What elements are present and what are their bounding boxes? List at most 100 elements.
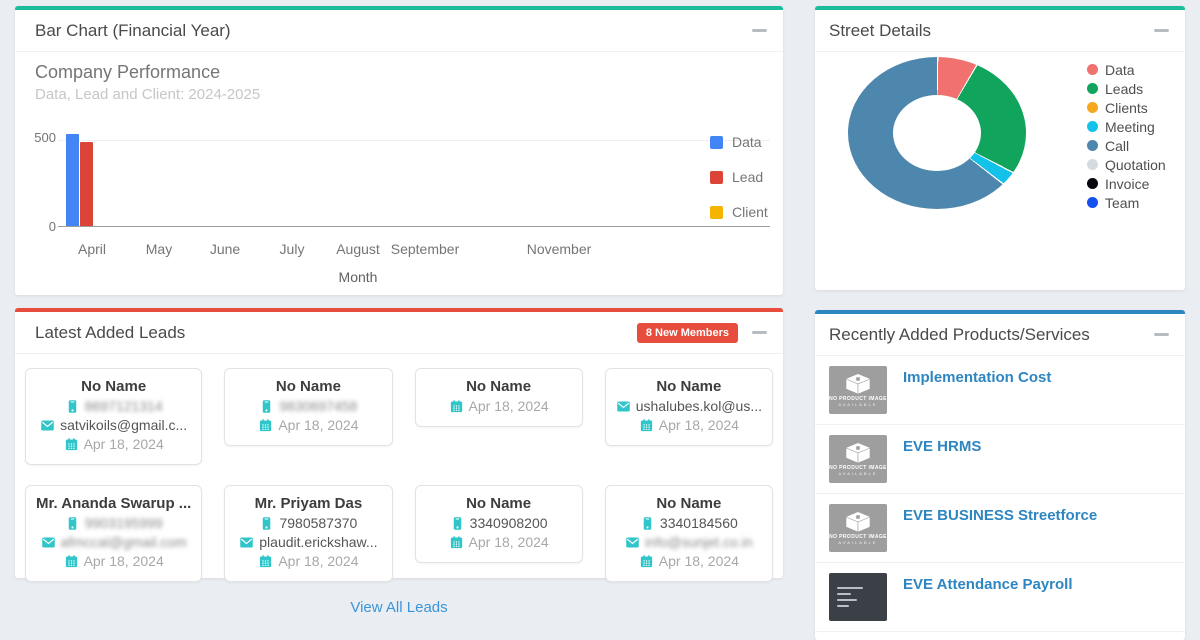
lead-phone: 3340184560 [616,515,762,531]
latest-leads-panel: Latest Added Leads 8 New Members No Name… [15,308,783,578]
product-name-link[interactable]: EVE Attendance Payroll [903,576,1073,593]
legend-label-team: Team [1105,195,1139,211]
legend-dot-clients [1087,102,1098,113]
lead-card[interactable]: No Name 9830697458 Apr 18, 2024 [224,368,392,446]
lead-date: Apr 18, 2024 [426,534,572,550]
collapse-icon[interactable] [752,29,767,32]
bar-chart-panel: Bar Chart (Financial Year) Company Perfo… [15,6,783,295]
products-header: Recently Added Products/Services [815,314,1185,356]
donut-chart[interactable] [848,57,1026,209]
legend-item-leads[interactable]: Leads [1087,79,1166,98]
calendar-icon [64,437,79,452]
legend-dot-meeting [1087,121,1098,132]
lead-date: Apr 18, 2024 [426,398,572,414]
mail-icon [239,535,254,550]
legend-item-data[interactable]: Data [710,134,768,150]
lead-phone: 8697121314 [36,398,191,414]
legend-item-invoice[interactable]: Invoice [1087,174,1166,193]
lead-phone: 3340908200 [426,515,572,531]
lead-phone: 9830697458 [235,398,381,414]
no-product-image-placeholder: NO PRODUCT IMAGE AVAILABLE [829,504,887,552]
lead-card[interactable]: No Name ushalubes.kol@us... Apr 18, 2024 [605,368,773,446]
lead-phone: 7980587370 [235,515,381,531]
lead-phone: 9903195999 [36,515,191,531]
lead-card[interactable]: Mr. Priyam Das 7980587370 plaudit.ericks… [224,485,392,582]
lead-name: No Name [616,495,762,512]
lead-email: satvikoils@gmail.c... [36,417,191,433]
new-members-badge: 8 New Members [637,323,738,343]
phone-icon [259,516,274,531]
lead-date: Apr 18, 2024 [36,553,191,569]
lead-date: Apr 18, 2024 [36,436,191,452]
legend-label-quotation: Quotation [1105,157,1166,173]
legend-item-client[interactable]: Client [710,204,768,220]
legend-dot-invoice [1087,178,1098,189]
x-label-may: May [146,241,172,257]
legend-label-meeting: Meeting [1105,119,1155,135]
legend-item-lead[interactable]: Lead [710,169,768,185]
mail-icon [40,418,55,433]
legend-item-clients[interactable]: Clients [1087,98,1166,117]
phone-icon [65,516,80,531]
legend-swatch-client [710,206,723,219]
latest-leads-title: Latest Added Leads [35,323,637,343]
lead-card[interactable]: No Name 8697121314 satvikoils@gmail.c...… [25,368,202,465]
legend-item-quotation[interactable]: Quotation [1087,155,1166,174]
x-label-september: September [391,241,459,257]
legend-item-call[interactable]: Call [1087,136,1166,155]
product-name-link[interactable]: EVE BUSINESS Streetforce [903,507,1097,524]
bar-data-april[interactable] [66,134,79,226]
package-box-icon [843,373,873,395]
product-row: EVE Attendance Payroll [815,563,1185,632]
view-all-leads-link[interactable]: View All Leads [15,582,783,633]
calendar-icon [258,418,273,433]
lead-card[interactable]: No Name Apr 18, 2024 [415,368,583,427]
collapse-icon[interactable] [1154,333,1169,336]
mail-icon [625,535,640,550]
collapse-icon[interactable] [1154,29,1169,32]
legend-swatch-lead [710,171,723,184]
calendar-icon [639,554,654,569]
lead-name: No Name [426,495,572,512]
product-name-link[interactable]: EVE HRMS [903,438,981,455]
x-label-june: June [210,241,240,257]
x-axis-labels: April May June July August September Nov… [15,241,783,257]
chart-subtitle: Data, Lead and Client: 2024-2025 [35,86,260,103]
lead-card[interactable]: No Name 3340184560 info@sunjet.co.in Apr… [605,485,773,582]
bar-lead-april[interactable] [80,142,93,226]
legend-item-data[interactable]: Data [1087,60,1166,79]
legend-dot-team [1087,197,1098,208]
lead-card[interactable]: Mr. Ananda Swarup ... 9903195999 afmccal… [25,485,202,582]
legend-label-leads: Leads [1105,81,1143,97]
legend-label-invoice: Invoice [1105,176,1149,192]
legend-label-lead: Lead [732,169,763,185]
lead-email: info@sunjet.co.in [616,534,762,550]
bar-chart-panel-title: Bar Chart (Financial Year) [35,21,752,41]
phone-icon [640,516,655,531]
bar-chart-panel-header: Bar Chart (Financial Year) [15,10,783,52]
legend-item-meeting[interactable]: Meeting [1087,117,1166,136]
legend-dot-call [1087,140,1098,151]
lead-date: Apr 18, 2024 [235,417,381,433]
x-label-november: November [527,241,592,257]
product-name-link[interactable]: Implementation Cost [903,369,1051,386]
calendar-icon [449,535,464,550]
phone-icon [259,399,274,414]
lead-name: No Name [36,378,191,395]
mail-icon [616,399,631,414]
lead-card[interactable]: No Name 3340908200 Apr 18, 2024 [415,485,583,563]
legend-item-team[interactable]: Team [1087,193,1166,212]
legend-label-data: Data [732,134,762,150]
x-axis-title: Month [339,269,378,285]
product-image-thumbnail [829,573,887,621]
collapse-icon[interactable] [752,331,767,334]
products-panel: Recently Added Products/Services NO PROD… [815,310,1185,640]
phone-icon [450,516,465,531]
calendar-icon [258,554,273,569]
street-details-header: Street Details [815,10,1185,52]
lead-date: Apr 18, 2024 [235,553,381,569]
leads-grid: No Name 8697121314 satvikoils@gmail.c...… [15,354,783,582]
lead-email: plaudit.erickshaw... [235,534,381,550]
mail-icon [41,535,56,550]
x-label-july: July [280,241,305,257]
